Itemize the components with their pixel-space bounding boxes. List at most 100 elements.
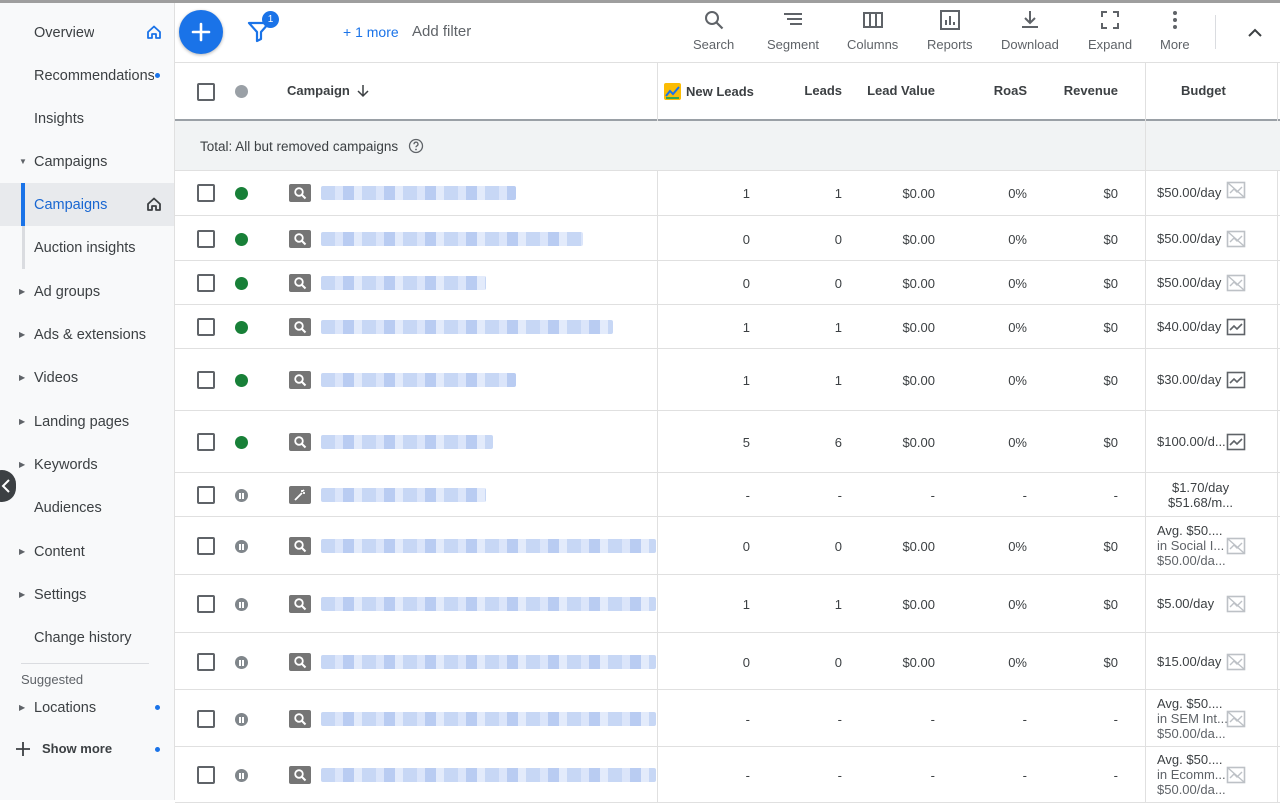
row-checkbox[interactable] [197,433,215,451]
toolbar-columns-button[interactable]: Columns [847,9,898,52]
status-indicator-enabled[interactable] [235,321,248,334]
table-row[interactable]: 0 0 $0.00 0% $0 Avg. $50.... in Social I... $50… [175,517,1280,575]
new-leads-column-header[interactable]: New Leads [664,83,754,100]
help-icon[interactable] [408,138,424,154]
table-row[interactable]: 0 0 $0.00 0% $0 $15.00/day [175,633,1280,690]
status-indicator-enabled[interactable] [235,436,248,449]
budget-value[interactable]: $50.00/day [1157,185,1221,200]
status-indicator-paused[interactable] [235,656,248,669]
leads-column-header[interactable]: Leads [770,83,842,98]
campaign-name-link-redacted[interactable] [321,186,516,200]
campaign-name-link-redacted[interactable] [321,655,656,669]
revenue-column-header[interactable]: Revenue [1038,83,1118,98]
row-checkbox[interactable] [197,274,215,292]
sidebar-item-ads-extensions[interactable]: ▶ Ads & extensions [0,313,174,356]
budget-value[interactable]: $15.00/day [1157,654,1221,669]
status-indicator-paused[interactable] [235,769,248,782]
budget-value[interactable]: $100.00/d... [1157,434,1226,449]
campaign-name-link-redacted[interactable] [321,712,656,726]
budget-chart-off-icon[interactable] [1226,274,1246,292]
sidebar-item-videos[interactable]: ▶ Videos [0,356,174,399]
budget-value[interactable]: $5.00/day [1157,596,1214,611]
sidebar-item-overview[interactable]: Overview [0,11,174,54]
budget-chart-off-icon[interactable] [1226,653,1246,671]
table-row[interactable]: 0 0 $0.00 0% $0 $50.00/day [175,216,1280,261]
campaign-name-link-redacted[interactable] [321,768,656,782]
sidebar-item-auction-insights[interactable]: Auction insights [0,226,174,269]
budget-chart-icon[interactable] [1226,318,1246,336]
budget-chart-icon[interactable] [1226,371,1246,389]
table-row[interactable]: 1 1 $0.00 0% $0 $40.00/day [175,305,1280,349]
toolbar-search-button[interactable]: Search [693,9,734,52]
status-header-dot[interactable] [235,85,248,98]
budget-chart-off-icon[interactable] [1226,230,1246,248]
sidebar-item-ad-groups[interactable]: ▶ Ad groups [0,270,174,313]
select-all-checkbox[interactable] [197,83,215,101]
campaign-name-link-redacted[interactable] [321,232,583,246]
budget-value[interactable]: $50.00/day [1157,275,1221,290]
sidebar-item-insights[interactable]: Insights [0,97,174,140]
table-row[interactable]: 1 1 $0.00 0% $0 $30.00/day [175,349,1280,411]
table-row[interactable]: 1 1 $0.00 0% $0 $50.00/day [175,171,1280,216]
row-checkbox[interactable] [197,230,215,248]
row-checkbox[interactable] [197,766,215,784]
lead-value-column-header[interactable]: Lead Value [855,83,935,98]
campaign-name-link-redacted[interactable] [321,320,613,334]
budget-chart-off-icon[interactable] [1226,595,1246,613]
caret-right-icon[interactable]: ▶ [19,330,25,339]
table-row[interactable]: - - - - - Avg. $50.... in Ecomm... $50.00/da... [175,747,1280,803]
budget-value[interactable]: Avg. $50.... in Ecomm... $50.00/da... [1157,752,1226,797]
sidebar-item-landing-pages[interactable]: ▶ Landing pages [0,400,174,443]
more-filters-link[interactable]: + 1 more [343,24,399,40]
row-checkbox[interactable] [197,371,215,389]
table-row[interactable]: 1 1 $0.00 0% $0 $5.00/day [175,575,1280,633]
budget-value[interactable]: Avg. $50.... in SEM Int... $50.00/da... [1157,696,1228,741]
row-checkbox[interactable] [197,595,215,613]
status-indicator-paused[interactable] [235,489,248,502]
budget-chart-off-icon[interactable] [1226,766,1246,784]
sidebar-item-settings[interactable]: ▶ Settings [0,573,174,616]
create-button[interactable] [179,10,223,54]
row-checkbox[interactable] [197,653,215,671]
caret-right-icon[interactable]: ▶ [19,417,25,426]
row-checkbox[interactable] [197,710,215,728]
campaign-name-link-redacted[interactable] [321,276,486,290]
campaign-name-link-redacted[interactable] [321,597,656,611]
status-indicator-paused[interactable] [235,540,248,553]
toolbar-expand-button[interactable]: Expand [1088,9,1132,52]
status-indicator-enabled[interactable] [235,187,248,200]
sidebar-item-locations[interactable]: ▶ Locations [0,686,174,729]
budget-value[interactable]: $40.00/day [1157,319,1221,334]
status-indicator-paused[interactable] [235,598,248,611]
sidebar-item-keywords[interactable]: ▶ Keywords [0,443,174,486]
caret-right-icon[interactable]: ▶ [19,373,25,382]
campaign-name-link-redacted[interactable] [321,488,486,502]
budget-chart-off-icon[interactable] [1226,710,1246,728]
table-row[interactable]: - - - - - $1.70/day $51.68/m... [175,473,1280,517]
chevron-up-icon[interactable] [1245,23,1265,43]
status-indicator-paused[interactable] [235,713,248,726]
campaign-column-header[interactable]: Campaign [287,83,370,98]
caret-right-icon[interactable]: ▶ [19,287,25,296]
sidebar-item-audiences[interactable]: Audiences [0,486,174,529]
budget-value[interactable]: $1.70/day $51.68/m... [1168,480,1233,510]
budget-chart-off-icon[interactable] [1226,537,1246,555]
row-checkbox[interactable] [197,486,215,504]
toolbar-download-button[interactable]: Download [1001,9,1059,52]
caret-right-icon[interactable]: ▶ [19,547,25,556]
sidebar-item-recommendations[interactable]: Recommendations [0,54,174,97]
budget-column-header[interactable]: Budget [1181,83,1226,98]
sidebar-item-content[interactable]: ▶ Content [0,530,174,573]
row-checkbox[interactable] [197,537,215,555]
roas-column-header[interactable]: RoaS [955,83,1027,98]
caret-right-icon[interactable]: ▶ [19,460,25,469]
caret-down-icon[interactable]: ▼ [19,157,27,166]
status-indicator-enabled[interactable] [235,374,248,387]
row-checkbox[interactable] [197,184,215,202]
add-filter-button[interactable]: Add filter [412,23,471,40]
caret-right-icon[interactable]: ▶ [19,590,25,599]
campaign-name-link-redacted[interactable] [321,539,656,553]
sidebar-item-change-history[interactable]: Change history [0,616,174,659]
budget-value[interactable]: Avg. $50.... in Social I... $50.00/da... [1157,523,1226,568]
table-row[interactable]: 0 0 $0.00 0% $0 $50.00/day [175,261,1280,305]
